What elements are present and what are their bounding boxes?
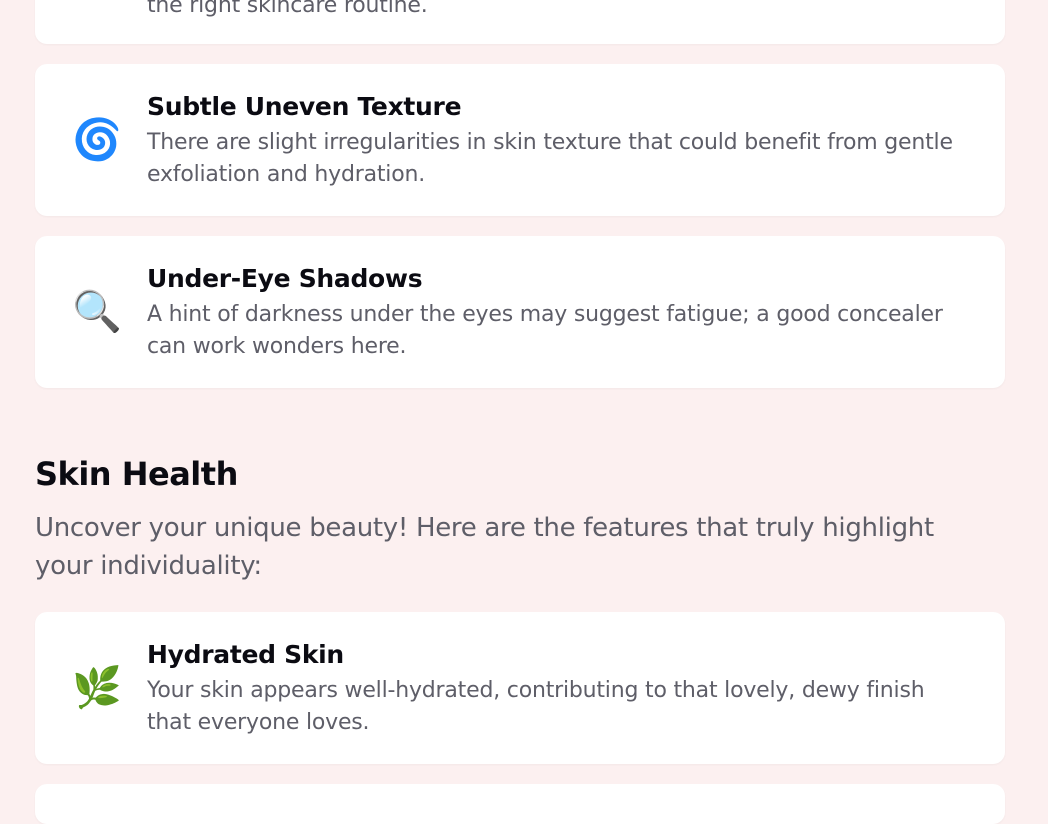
feature-card-description: There are slight irregularities in skin …: [147, 130, 953, 187]
feature-card-title: Under-Eye Shadows: [147, 264, 423, 293]
feature-card-title: Hydrated Skin: [147, 640, 344, 669]
feature-card-uneven-texture: 🌀 Subtle Uneven Texture There are slight…: [35, 64, 1005, 216]
section-title-skin-health: Skin Health: [35, 455, 238, 493]
spiral-icon: 🌀: [72, 117, 122, 163]
feature-card-partial-next: [35, 784, 1005, 824]
feature-card-under-eye-shadows: 🔍 Under-Eye Shadows A hint of darkness u…: [35, 236, 1005, 388]
feature-card-hydrated-skin: 🌿 Hydrated Skin Your skin appears well-h…: [35, 612, 1005, 764]
magnifying-glass-icon: 🔍: [72, 289, 122, 335]
section-intro: Uncover your unique beauty! Here are the…: [35, 513, 934, 581]
feature-card-description: Your skin appears well-hydrated, contrib…: [147, 678, 925, 735]
feature-card-description: the right skincare routine.: [147, 0, 428, 18]
feature-card-title: Subtle Uneven Texture: [147, 92, 462, 121]
herb-icon: 🌿: [72, 665, 122, 711]
feature-card-description: A hint of darkness under the eyes may su…: [147, 302, 943, 359]
feature-card-partial: the right skincare routine.: [35, 0, 1005, 44]
